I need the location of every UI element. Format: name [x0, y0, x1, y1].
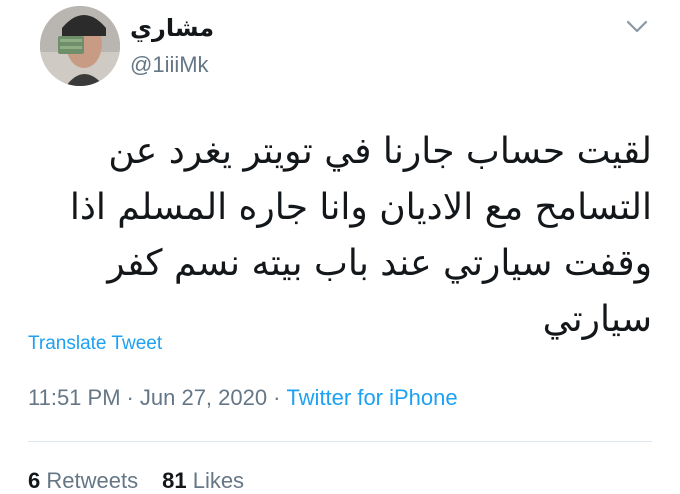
divider [28, 441, 652, 442]
tweet-text: لقيت حساب جارنا في تويتر يغرد عن التسامح… [69, 131, 652, 340]
meta-separator: · [126, 385, 134, 410]
translate-tweet-link[interactable]: Translate Tweet [28, 333, 162, 355]
tweet-time[interactable]: 11:51 PM [28, 385, 121, 410]
tweet-source-link[interactable]: Twitter for iPhone [286, 385, 457, 410]
avatar-photo [40, 6, 120, 86]
likes-count: 81 [162, 468, 187, 493]
retweets-count: 6 [28, 468, 41, 493]
tweet-stats: 6 Retweets 81 Likes [28, 468, 244, 494]
tweet-card: مشاري @1iiiMk لقيت حساب جارنا في تويتر ي… [0, 0, 680, 494]
meta-separator: · [273, 385, 281, 410]
tweet-date[interactable]: Jun 27, 2020 [140, 385, 267, 410]
display-name[interactable]: مشاري [130, 14, 214, 42]
avatar[interactable] [40, 6, 120, 86]
likes-label: Likes [192, 468, 245, 493]
tweet-metadata: 11:51 PM · Jun 27, 2020 · Twitter for iPhone [28, 385, 458, 411]
user-handle[interactable]: @1iiiMk [130, 52, 209, 78]
likes-stat[interactable]: 81 Likes [162, 468, 244, 493]
retweets-label: Retweets [46, 468, 139, 493]
retweets-stat[interactable]: 6 Retweets [28, 468, 138, 493]
chevron-down-icon[interactable] [626, 20, 648, 34]
